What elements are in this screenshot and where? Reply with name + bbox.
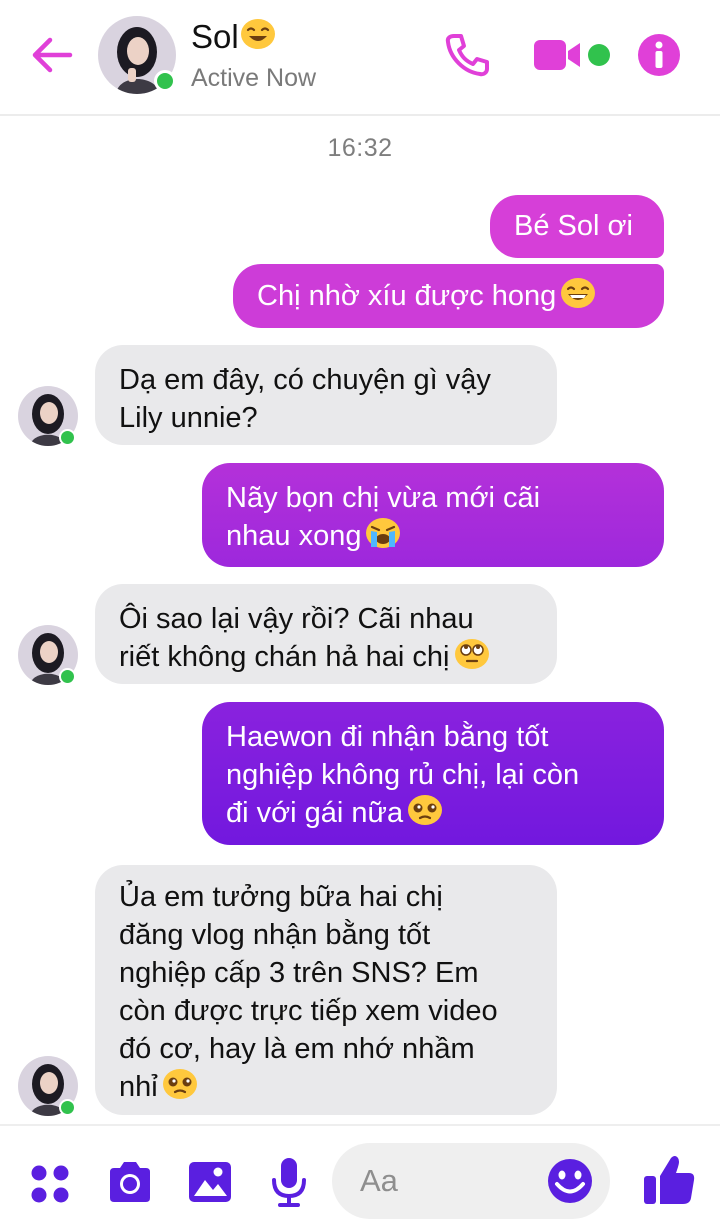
- camera-button[interactable]: [106, 1160, 154, 1204]
- online-indicator: [59, 668, 76, 685]
- smiley-icon: [548, 1159, 592, 1203]
- sender-avatar[interactable]: [18, 1056, 78, 1116]
- camera-icon: [110, 1162, 150, 1202]
- crying-face-icon: [366, 518, 401, 548]
- message-line: Dạ em đây, có chuyện gì vậy: [119, 364, 491, 396]
- message-composer: [332, 1143, 610, 1219]
- message-line: nhỉ: [119, 1071, 158, 1103]
- grinning-face-icon: [561, 278, 596, 308]
- message-line: đăng vlog nhận bằng tốt: [119, 919, 431, 951]
- message-line: nhau xong: [226, 520, 362, 552]
- smiling-face-icon: [240, 19, 275, 49]
- message-line: nghiệp không rủ chị, lại còn: [226, 759, 580, 791]
- emoji-button[interactable]: [546, 1157, 594, 1205]
- info-button[interactable]: [636, 32, 682, 78]
- video-camera-icon: [534, 40, 580, 70]
- apps-button[interactable]: [30, 1164, 70, 1204]
- message-line: đi với gái nữa: [226, 797, 404, 829]
- message-line: đó cơ, hay là em nhớ nhầm: [119, 1033, 475, 1065]
- outgoing-message[interactable]: Haewon đi nhận bằng tốt nghiệp không rủ …: [202, 702, 664, 845]
- gallery-button[interactable]: [187, 1160, 233, 1204]
- sender-avatar[interactable]: [18, 625, 78, 685]
- online-indicator: [59, 1099, 76, 1116]
- online-indicator: [59, 429, 76, 446]
- message-input[interactable]: [360, 1143, 540, 1219]
- online-indicator: [154, 70, 176, 92]
- contact-avatar[interactable]: [98, 16, 176, 94]
- conversation-header: Sol Active Now: [0, 0, 720, 116]
- message-line: riết không chán hả hai chị: [119, 641, 450, 673]
- outgoing-message[interactable]: Nãy bọn chị vừa mới cãi nhau xong: [202, 463, 664, 567]
- outgoing-message[interactable]: Chị nhờ xíu được hong: [233, 264, 664, 328]
- arrow-left-icon: [32, 37, 73, 73]
- message-line: Haewon đi nhận bằng tốt: [226, 721, 549, 753]
- pleading-face-icon: [408, 795, 443, 825]
- message-line: Lily unnie?: [119, 402, 258, 434]
- message-text: Chị nhờ xíu được hong: [257, 280, 557, 312]
- sender-avatar[interactable]: [18, 386, 78, 446]
- call-button[interactable]: [444, 32, 490, 78]
- microphone-icon: [272, 1158, 306, 1207]
- message-line: nghiệp cấp 3 trên SNS? Em: [119, 957, 479, 989]
- incoming-message[interactable]: Ôi sao lại vậy rồi? Cãi nhau riết không …: [95, 584, 557, 684]
- phone-icon: [445, 34, 489, 77]
- like-button[interactable]: [641, 1152, 697, 1208]
- composer-bar: [0, 1124, 720, 1230]
- back-button[interactable]: [28, 30, 78, 80]
- message-line: Ôi sao lại vậy rồi? Cãi nhau: [119, 603, 474, 635]
- info-icon: [638, 34, 680, 76]
- video-active-indicator: [588, 44, 610, 66]
- message-line: Nãy bọn chị vừa mới cãi: [226, 482, 541, 514]
- contact-status: Active Now: [191, 64, 317, 92]
- incoming-message[interactable]: Ủa em tưởng bữa hai chị đăng vlog nhận b…: [95, 865, 557, 1115]
- contact-name-text: Sol: [191, 18, 239, 55]
- incoming-message[interactable]: Dạ em đây, có chuyện gì vậy Lily unnie?: [95, 345, 557, 445]
- message-text: Bé Sol ơi: [514, 210, 633, 242]
- video-call-button[interactable]: [532, 36, 584, 74]
- pleading-face-icon: [162, 1069, 197, 1099]
- message-line: Ủa em tưởng bữa hai chị: [119, 881, 443, 913]
- thumbs-up-icon: [644, 1156, 695, 1204]
- image-icon: [189, 1162, 231, 1202]
- outgoing-message[interactable]: Bé Sol ơi: [490, 195, 664, 258]
- contact-name[interactable]: Sol: [191, 18, 276, 56]
- message-line: còn được trực tiếp xem video: [119, 995, 498, 1027]
- four-dots-icon: [31, 1165, 69, 1203]
- timestamp: 16:32: [327, 134, 393, 162]
- rolling-eyes-face-icon: [454, 639, 489, 669]
- voice-button[interactable]: [270, 1156, 308, 1208]
